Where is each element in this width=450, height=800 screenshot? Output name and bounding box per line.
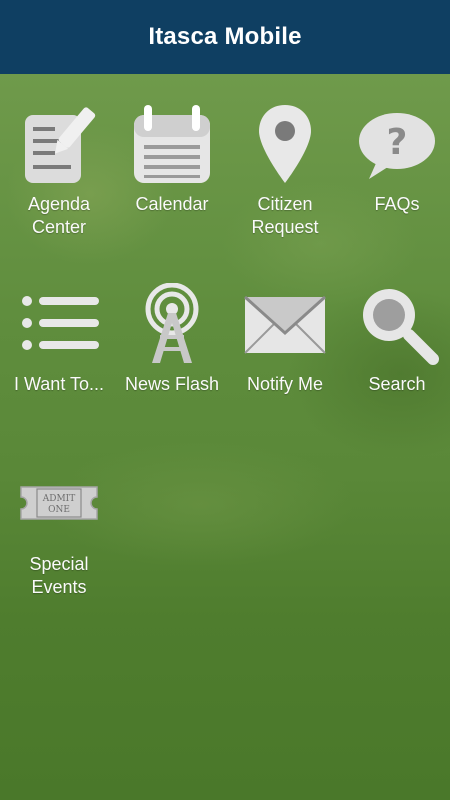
- tile-notify-me[interactable]: Notify Me: [229, 283, 341, 423]
- question-bubble-icon: ?: [359, 113, 435, 179]
- ticket-text-line1: ADMIT: [42, 494, 76, 504]
- tile-label: I Want To...: [13, 374, 105, 394]
- tile-search[interactable]: Search: [341, 283, 450, 423]
- broadcast-tower-icon: [145, 283, 199, 363]
- list-icon: [22, 296, 99, 350]
- tile-label: Calendar: [135, 194, 209, 214]
- svg-text:?: ?: [387, 122, 408, 163]
- map-pin-icon: [259, 105, 311, 183]
- tile-label: Agenda Center: [27, 194, 91, 237]
- tile-i-want-to[interactable]: I Want To...: [3, 283, 115, 423]
- agenda-edit-icon: [25, 107, 96, 183]
- tile-faqs[interactable]: ? FAQs: [341, 103, 450, 243]
- tile-label: Search: [368, 374, 426, 394]
- tile-label: Notify Me: [246, 374, 324, 394]
- tile-label: FAQs: [374, 194, 420, 214]
- tile-citizen-request[interactable]: Citizen Request: [229, 103, 341, 243]
- tile-label: Citizen Request: [251, 194, 319, 237]
- search-icon: [363, 289, 439, 365]
- tile-agenda-center[interactable]: Agenda Center: [3, 103, 115, 243]
- tile-news-flash[interactable]: News Flash: [116, 283, 228, 423]
- envelope-icon: [243, 295, 327, 354]
- tile-label: News Flash: [124, 374, 220, 394]
- tile-label: Special Events: [29, 554, 89, 597]
- tile-calendar[interactable]: Calendar: [116, 103, 228, 243]
- calendar-icon: [134, 105, 210, 183]
- ticket-text-line2: ONE: [48, 505, 70, 515]
- ticket-icon: ADMIT ONE: [20, 486, 98, 520]
- app-title: Itasca Mobile: [148, 23, 302, 50]
- app-header: Itasca Mobile: [0, 0, 450, 74]
- tile-special-events[interactable]: ADMIT ONE Special Events: [3, 483, 115, 623]
